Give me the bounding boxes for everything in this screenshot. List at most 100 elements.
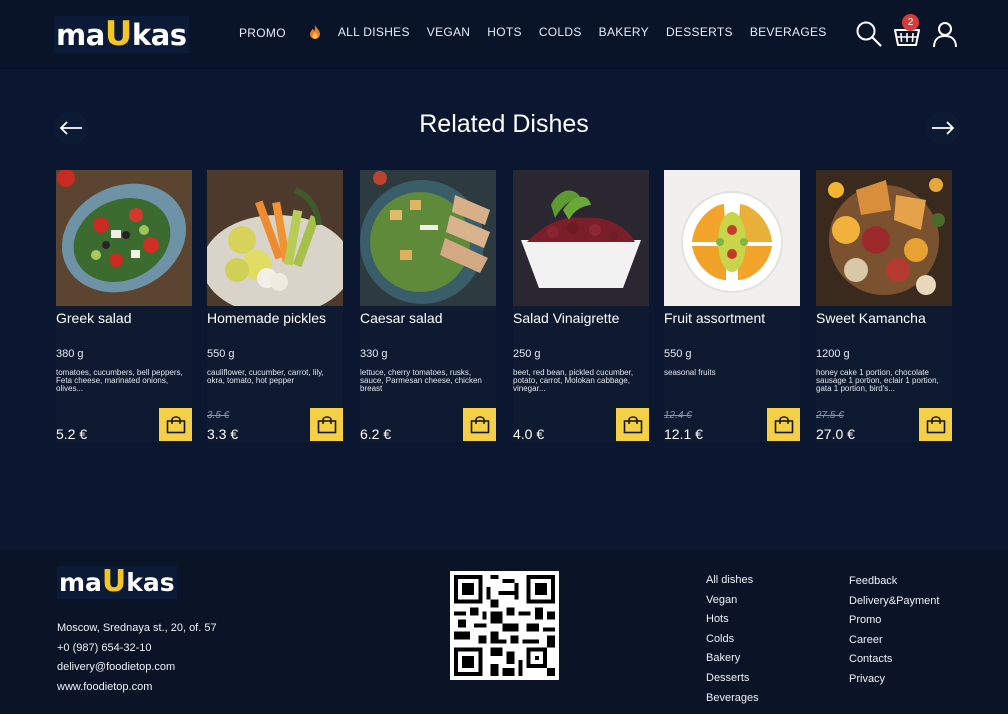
add-to-cart-button[interactable] — [616, 408, 649, 441]
dish-price: 12.1 € — [664, 426, 703, 442]
dish-card[interactable]: Homemade pickles 550 g cauliflower, cucu… — [207, 170, 343, 442]
dish-price: 27.0 € — [816, 426, 855, 442]
dish-name[interactable]: Fruit assortment — [664, 311, 798, 325]
shopping-bag-icon — [774, 415, 793, 433]
add-to-cart-button[interactable] — [159, 408, 192, 441]
footer-link-privacy[interactable]: Privacy — [849, 670, 939, 690]
footer-contacts: Moscow, Srednaya st., 20, of. 57 +0 (987… — [57, 619, 217, 697]
shopping-bag-icon — [166, 415, 185, 433]
dish-card[interactable]: Sweet Kamancha 1200 g honey cake 1 porti… — [816, 170, 952, 442]
contact-website[interactable]: www.foodietop.com — [57, 678, 217, 698]
dish-weight: 380 g — [56, 348, 84, 360]
logo-part-u: U — [104, 14, 133, 54]
dish-weight: 550 g — [207, 348, 235, 360]
logo-part-right: kas — [126, 568, 175, 597]
footer-link-colds[interactable]: Colds — [706, 630, 759, 650]
add-to-cart-button[interactable] — [310, 408, 343, 441]
footer-link-contacts[interactable]: Contacts — [849, 650, 939, 670]
qr-code-image — [450, 571, 559, 680]
shopping-bag-icon — [317, 415, 336, 433]
dish-old-price: 27.5 € — [816, 410, 844, 421]
dish-name[interactable]: Homemade pickles — [207, 311, 341, 325]
dish-card[interactable]: Caesar salad 330 g lettuce, cherry tomat… — [360, 170, 496, 442]
dish-name[interactable]: Greek salad — [56, 311, 190, 325]
arrow-right-icon — [932, 121, 955, 135]
dish-price: 6.2 € — [360, 426, 392, 442]
dish-price: 5.2 € — [56, 426, 88, 442]
dish-card[interactable]: Fruit assortment 550 g seasonal fruits 1… — [664, 170, 800, 442]
dish-name[interactable]: Sweet Kamancha — [816, 311, 950, 325]
main-nav: PROMO ALL DISHES VEGAN HOTS COLDS BAKERY… — [239, 25, 844, 40]
dish-name[interactable]: Salad Vinaigrette — [513, 311, 647, 325]
footer-info-links: Feedback Delivery&Payment Promo Career C… — [849, 572, 939, 690]
dish-ingredients: tomatoes, cucumbers, bell peppers, Feta … — [56, 369, 183, 393]
fire-icon — [309, 25, 320, 39]
dish-old-price: 3.5 € — [207, 410, 230, 421]
add-to-cart-button[interactable] — [463, 408, 496, 441]
search-icon[interactable] — [855, 20, 883, 48]
shopping-bag-icon — [623, 415, 642, 433]
add-to-cart-button[interactable] — [919, 408, 952, 441]
section-title: Related Dishes — [419, 110, 589, 138]
nav-item-colds[interactable]: COLDS — [539, 25, 582, 40]
nav-item-beverages[interactable]: BEVERAGES — [750, 25, 827, 40]
logo-part-u: U — [101, 564, 127, 599]
dish-ingredients: cauliflower, cucumber, carrot, lily, okr… — [207, 369, 324, 385]
dish-image[interactable] — [360, 170, 496, 306]
dish-weight: 550 g — [664, 348, 692, 360]
logo[interactable]: maUkas — [54, 16, 189, 53]
dish-name[interactable]: Caesar salad — [360, 311, 494, 325]
dish-weight: 330 g — [360, 348, 388, 360]
nav-item-desserts[interactable]: DESSERTS — [666, 25, 733, 40]
logo-part-left: ma — [56, 18, 105, 52]
dish-ingredients: beet, red bean, pickled cucumber, potato… — [513, 369, 634, 393]
footer-link-beverages[interactable]: Beverages — [706, 689, 759, 709]
dish-ingredients: seasonal fruits — [664, 369, 716, 377]
footer: maUkas Moscow, Srednaya st., 20, of. 57 … — [0, 550, 1008, 714]
next-arrow-button[interactable] — [926, 111, 960, 145]
footer-link-vegan[interactable]: Vegan — [706, 591, 759, 611]
dish-weight: 1200 g — [816, 348, 850, 360]
footer-link-hots[interactable]: Hots — [706, 610, 759, 630]
footer-link-feedback[interactable]: Feedback — [849, 572, 939, 592]
nav-item-all-dishes[interactable]: ALL DISHES — [338, 25, 410, 40]
dish-image[interactable] — [664, 170, 800, 306]
nav-item-promo[interactable]: PROMO — [239, 25, 321, 40]
dish-carousel: Greek salad 380 g tomatoes, cucumbers, b… — [56, 170, 954, 442]
dish-ingredients: lettuce, cherry tomatoes, rusks, sauce, … — [360, 369, 482, 393]
dish-old-price: 12.4 € — [664, 410, 692, 421]
shopping-bag-icon — [470, 415, 489, 433]
footer-link-delivery-payment[interactable]: Delivery&Payment — [849, 592, 939, 612]
add-to-cart-button[interactable] — [767, 408, 800, 441]
nav-item-bakery[interactable]: BAKERY — [599, 25, 649, 40]
footer-link-all-dishes[interactable]: All dishes — [706, 571, 759, 591]
header-icons: 2 — [855, 14, 960, 52]
dish-card[interactable]: Salad Vinaigrette 250 g beet, red bean, … — [513, 170, 649, 442]
user-icon[interactable] — [931, 20, 959, 48]
dish-image[interactable] — [56, 170, 192, 306]
dish-image[interactable] — [816, 170, 952, 306]
logo-part-right: kas — [131, 18, 187, 52]
contact-phone[interactable]: +0 (987) 654-32-10 — [57, 639, 217, 659]
dish-card[interactable]: Greek salad 380 g tomatoes, cucumbers, b… — [56, 170, 192, 442]
contact-email[interactable]: delivery@foodietop.com — [57, 658, 217, 678]
dish-ingredients: honey cake 1 portion, chocolate sausage … — [816, 369, 939, 393]
header: maUkas PROMO ALL DISHES VEGAN HOTS COLDS… — [0, 0, 1008, 69]
footer-link-desserts[interactable]: Desserts — [706, 669, 759, 689]
cart-count-badge: 2 — [902, 14, 919, 31]
footer-logo[interactable]: maUkas — [57, 566, 177, 599]
dish-weight: 250 g — [513, 348, 541, 360]
nav-item-vegan[interactable]: VEGAN — [427, 25, 471, 40]
footer-link-bakery[interactable]: Bakery — [706, 649, 759, 669]
dish-image[interactable] — [207, 170, 343, 306]
dish-image[interactable] — [513, 170, 649, 306]
footer-category-links: All dishes Vegan Hots Colds Bakery Desse… — [706, 571, 759, 708]
footer-link-career[interactable]: Career — [849, 631, 939, 651]
dish-price: 4.0 € — [513, 426, 545, 442]
nav-item-hots[interactable]: HOTS — [487, 25, 522, 40]
dish-price: 3.3 € — [207, 426, 239, 442]
logo-part-left: ma — [59, 568, 102, 597]
footer-link-promo[interactable]: Promo — [849, 611, 939, 631]
shopping-bag-icon — [926, 415, 945, 433]
contact-address: Moscow, Srednaya st., 20, of. 57 — [57, 622, 217, 634]
